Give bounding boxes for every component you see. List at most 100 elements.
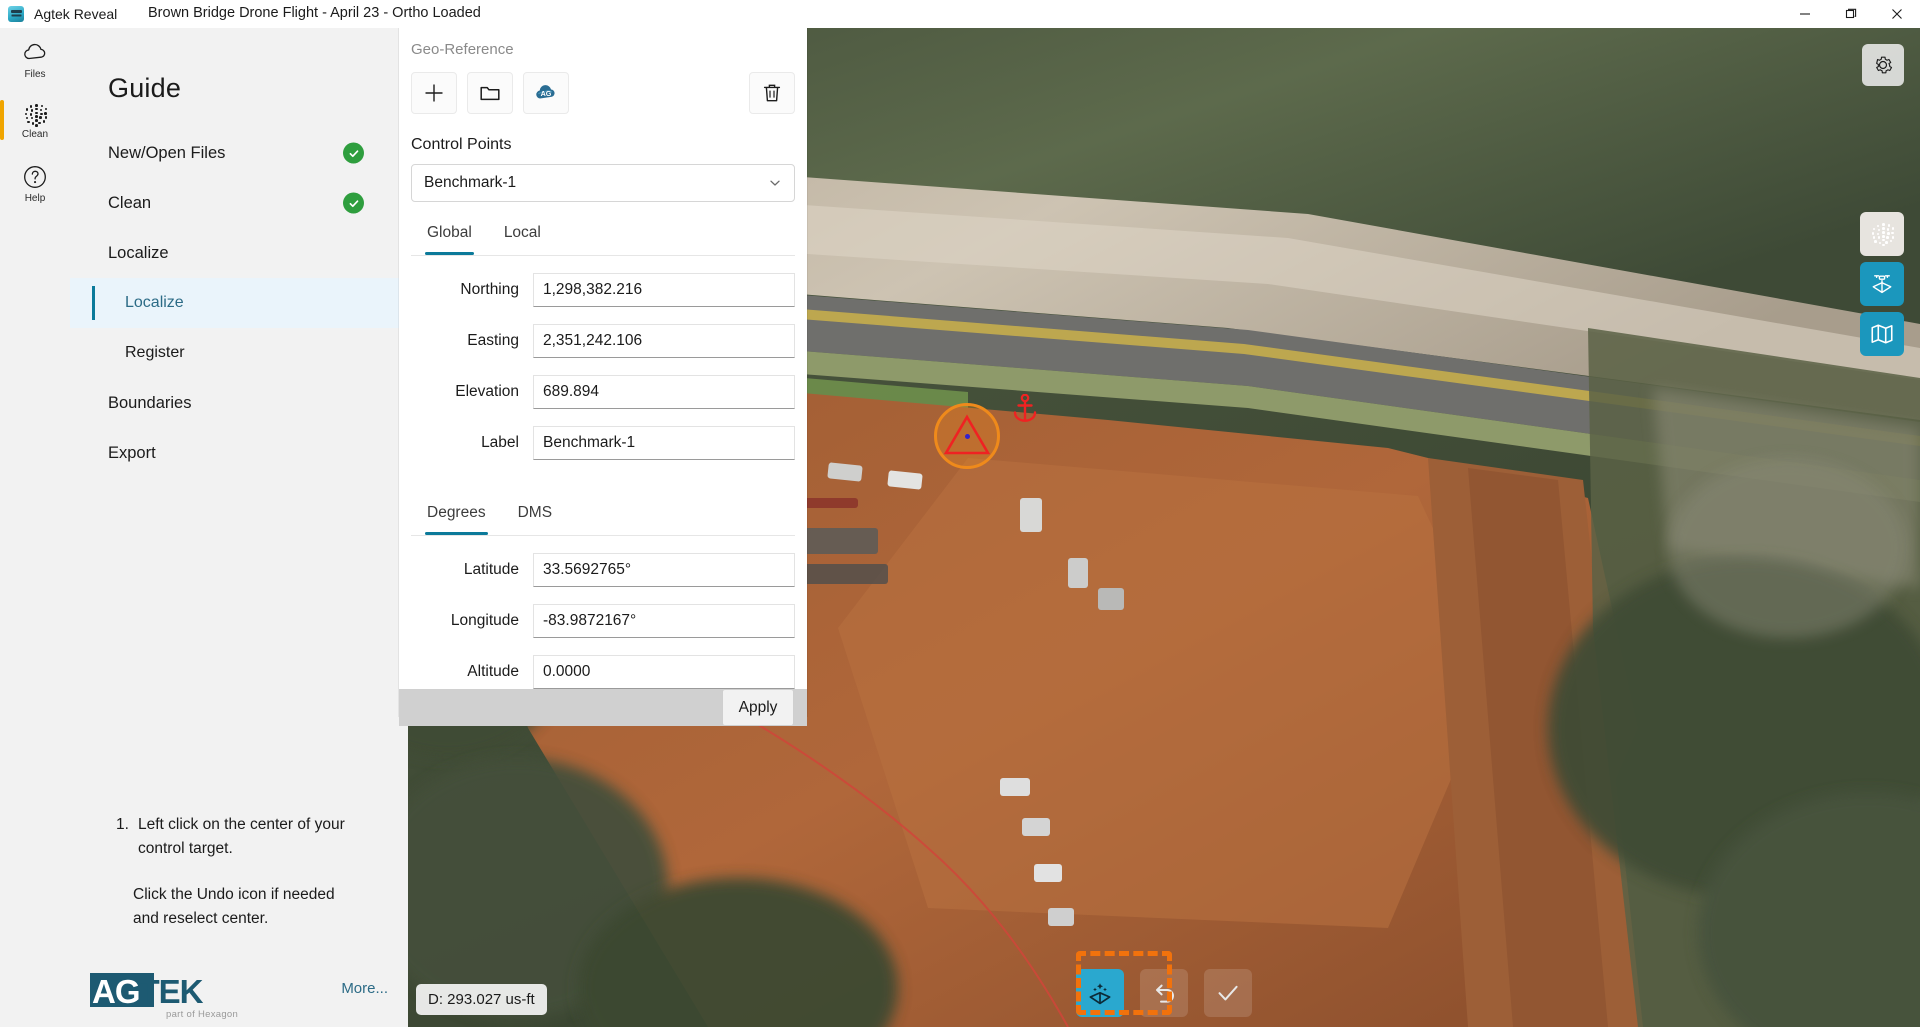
map-settings-button[interactable] — [1862, 44, 1904, 86]
instruction-note: Click the Undo icon if needed and resele… — [70, 883, 360, 931]
field-label: Label — [411, 434, 533, 452]
ag-cloud-icon: AG — [532, 81, 560, 105]
title-bar: Agtek Reveal Brown Bridge Drone Flight -… — [0, 0, 1920, 28]
nav-item-localize-group[interactable]: Localize — [70, 228, 408, 278]
more-link[interactable]: More... — [341, 980, 388, 997]
field-elevation: Elevation 689.894 — [411, 375, 795, 409]
nav-item-clean[interactable]: Clean — [70, 178, 408, 228]
latitude-input[interactable]: 33.5692765° — [533, 553, 795, 587]
nav-label: New/Open Files — [108, 144, 225, 163]
delete-button[interactable] — [749, 72, 795, 114]
app-name: Agtek Reveal — [34, 6, 117, 22]
field-altitude: Altitude 0.0000 — [411, 655, 795, 689]
cloud-icon — [21, 39, 49, 67]
logo-tek: TEK — [140, 973, 203, 1010]
geo-reference-panel: Geo-Reference AG — [399, 28, 807, 716]
nav-item-localize[interactable]: Localize — [70, 278, 408, 328]
point-cloud-icon — [22, 103, 48, 127]
confirm-button[interactable] — [1204, 969, 1252, 1017]
field-northing: Northing 1,298,382.216 — [411, 273, 795, 307]
label-input[interactable]: Benchmark-1 — [533, 426, 795, 460]
chevron-down-icon — [768, 176, 782, 190]
step-text: Left click on the center of your control… — [138, 816, 345, 857]
apply-button[interactable]: Apply — [722, 689, 794, 726]
question-icon — [21, 163, 49, 191]
folder-icon — [478, 81, 502, 105]
window-controls — [1782, 0, 1920, 28]
nav-label: Register — [125, 344, 185, 362]
undo-button[interactable] — [1140, 969, 1188, 1017]
rail-label-help: Help — [25, 194, 46, 204]
geo-reference-body: Control Points Benchmark-1 Global Local … — [399, 114, 807, 689]
control-points-label: Control Points — [411, 136, 795, 154]
control-point-icon — [1085, 978, 1115, 1008]
geo-reference-footer: Apply — [399, 689, 807, 726]
instruction-steps: 1. Left click on the center of your cont… — [70, 813, 378, 861]
field-longitude: Longitude -83.9872167° — [411, 604, 795, 638]
nav-label: Clean — [108, 194, 151, 213]
control-point-select[interactable]: Benchmark-1 — [411, 164, 795, 202]
nav-label: Export — [108, 444, 156, 463]
open-folder-button[interactable] — [467, 72, 513, 114]
guide-panel: Guide New/Open Files Clean — [70, 28, 408, 1027]
agtek-logo: AGTEK part of Hexagon Version: 0.1.61 — [78, 973, 308, 1021]
drone-ortho-view-button[interactable] — [1860, 262, 1904, 306]
nav-item-register[interactable]: Register — [70, 328, 408, 378]
instruction-step-1: 1. Left click on the center of your cont… — [138, 813, 358, 861]
tab-dms[interactable]: DMS — [516, 504, 554, 535]
check-icon — [1214, 979, 1242, 1007]
tab-local[interactable]: Local — [502, 224, 543, 255]
field-label: Elevation — [411, 383, 533, 401]
instructions-block: 1. Left click on the center of your cont… — [70, 813, 408, 931]
check-icon — [348, 147, 360, 159]
rail-item-files[interactable]: Files — [0, 28, 70, 90]
target-center-dot — [965, 434, 970, 439]
svg-text:AG: AG — [541, 89, 552, 98]
nav-item-export[interactable]: Export — [70, 428, 408, 478]
app-logo-icon — [8, 6, 24, 22]
document-title: Brown Bridge Drone Flight - April 23 - O… — [148, 5, 481, 21]
field-label: Altitude — [411, 663, 533, 681]
coordinate-system-tabs: Global Local — [411, 224, 795, 256]
page-title: Guide — [108, 73, 181, 104]
field-label: Latitude — [411, 561, 533, 579]
control-point-selected-value: Benchmark-1 — [424, 174, 768, 192]
nav-item-new-open-files[interactable]: New/Open Files — [70, 128, 408, 178]
nav-label: Localize — [125, 294, 184, 312]
undo-icon — [1150, 979, 1178, 1007]
control-target-marker[interactable] — [934, 403, 1000, 469]
longitude-input[interactable]: -83.9872167° — [533, 604, 795, 638]
rail-item-clean[interactable]: Clean — [0, 90, 70, 152]
point-cloud-icon — [1869, 222, 1895, 246]
field-label-name: Label Benchmark-1 — [411, 426, 795, 460]
field-easting: Easting 2,351,242.106 — [411, 324, 795, 358]
nav-item-boundaries[interactable]: Boundaries — [70, 378, 408, 428]
tab-global[interactable]: Global — [425, 224, 474, 255]
basemap-view-button[interactable] — [1860, 312, 1904, 356]
point-cloud-view-button[interactable] — [1860, 212, 1904, 256]
logo-wordmark: AGTEK — [92, 975, 203, 1009]
drone-ortho-icon — [1869, 271, 1895, 297]
rail-label-files: Files — [24, 70, 45, 80]
tab-degrees[interactable]: Degrees — [425, 504, 488, 535]
logo-ag: AG — [92, 973, 140, 1010]
field-latitude: Latitude 33.5692765° — [411, 553, 795, 587]
step-number: 1. — [116, 813, 129, 837]
status-badge-complete — [343, 193, 364, 214]
nav-label: Boundaries — [108, 394, 191, 413]
pick-control-point-button[interactable] — [1076, 969, 1124, 1017]
bottom-tool-cluster — [1076, 969, 1252, 1017]
elevation-input[interactable]: 689.894 — [533, 375, 795, 409]
easting-input[interactable]: 2,351,242.106 — [533, 324, 795, 358]
close-button[interactable] — [1874, 0, 1920, 28]
add-control-point-button[interactable] — [411, 72, 457, 114]
minimize-button[interactable] — [1782, 0, 1828, 28]
northing-input[interactable]: 1,298,382.216 — [533, 273, 795, 307]
guide-nav: New/Open Files Clean Localize — [70, 128, 408, 478]
rail-item-help[interactable]: Help — [0, 152, 70, 214]
maximize-button[interactable] — [1828, 0, 1874, 28]
agtek-cloud-button[interactable]: AG — [523, 72, 569, 114]
altitude-input[interactable]: 0.0000 — [533, 655, 795, 689]
map-icon — [1869, 321, 1895, 347]
plus-icon — [422, 81, 446, 105]
